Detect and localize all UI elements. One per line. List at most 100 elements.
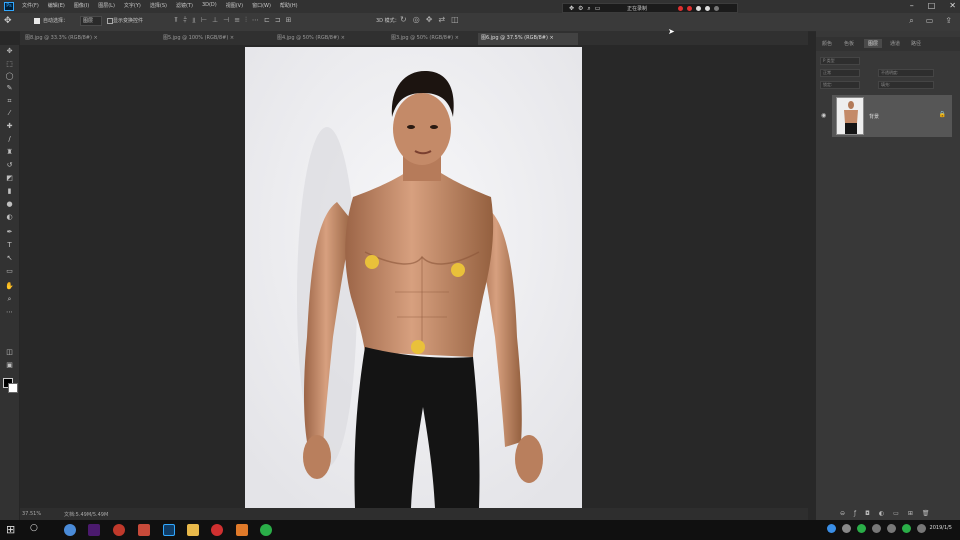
tab-swatches[interactable]: 色板	[844, 40, 854, 47]
tray-icon[interactable]	[917, 524, 926, 533]
zoom-level[interactable]: 37.51%	[22, 511, 41, 517]
menu-view[interactable]: 视图(V)	[226, 2, 243, 9]
blend-mode-dropdown[interactable]: 正常	[820, 69, 860, 77]
tray-icon[interactable]	[857, 524, 866, 533]
menu-select[interactable]: 选择(S)	[150, 2, 167, 9]
stamp-icon[interactable]: ♜	[4, 148, 15, 156]
pin-icon[interactable]: ✥	[569, 5, 574, 13]
menu-file[interactable]: 文件(F)	[22, 2, 39, 9]
browser-icon[interactable]	[64, 524, 76, 536]
blur-icon[interactable]: ●	[4, 200, 15, 208]
marquee-icon[interactable]: ⬚	[4, 60, 15, 68]
tray-icon[interactable]	[902, 524, 911, 533]
background-color[interactable]	[8, 383, 18, 393]
align-left-icon[interactable]: ⊢	[201, 16, 207, 25]
tab-paths[interactable]: 路径	[911, 40, 921, 47]
screen-mode-icon[interactable]: ▣	[4, 361, 15, 369]
distribute-icon[interactable]: ≡	[234, 16, 240, 25]
group-icon[interactable]: ▭	[893, 510, 899, 517]
wechat-icon[interactable]	[260, 524, 272, 536]
recorder-icon[interactable]	[211, 524, 223, 536]
windows-start-icon[interactable]: ⊞	[6, 524, 15, 535]
adjustment-icon[interactable]: ◐	[879, 510, 884, 517]
menu-type[interactable]: 文字(Y)	[124, 2, 141, 9]
3d-scale-icon[interactable]: ◫	[451, 15, 459, 24]
tray-icon[interactable]	[827, 524, 836, 533]
3d-slide-icon[interactable]: ⇄	[438, 15, 445, 24]
move-tool-icon[interactable]: ✥	[4, 16, 12, 26]
photoshop-taskbar-icon[interactable]	[163, 524, 175, 536]
zoom-tool-icon[interactable]: ⌕	[4, 295, 15, 304]
link-icon[interactable]: ⊖	[840, 510, 845, 517]
pen-icon[interactable]	[705, 6, 710, 11]
align-right-icon[interactable]: ⊣	[223, 16, 229, 25]
rectangle-icon[interactable]: ▭	[4, 267, 15, 275]
app2-icon[interactable]	[138, 524, 150, 536]
search-icon[interactable]: ○	[30, 523, 38, 533]
auto-select-dropdown[interactable]: 图层	[80, 16, 102, 26]
workspace-icon[interactable]: ▭	[926, 16, 934, 26]
color-swatches[interactable]	[3, 378, 18, 393]
pen-icon[interactable]: ✒	[4, 228, 15, 236]
share-icon[interactable]: ⇪	[945, 16, 952, 26]
stop-icon[interactable]	[687, 6, 692, 11]
3d-drag-icon[interactable]: ✥	[426, 15, 433, 24]
app-icon[interactable]	[113, 524, 125, 536]
fx-icon[interactable]: ƒ	[854, 510, 856, 517]
tab-color[interactable]: 颜色	[822, 40, 832, 47]
tab-document[interactable]: 图3.jpg @ 50% (RGB/8#) ×	[388, 33, 478, 45]
menu-filter[interactable]: 滤镜(T)	[176, 2, 193, 9]
tab-document-active[interactable]: 图6.jpg @ 37.5% (RGB/8#) ×	[478, 33, 578, 45]
quick-select-icon[interactable]: ✎	[4, 84, 15, 92]
auto-select-checkbox[interactable]	[34, 18, 40, 24]
layer-filter-input[interactable]: P 类型	[820, 57, 860, 65]
layer-row-background[interactable]: 背景 🔒	[832, 95, 952, 137]
hand-icon[interactable]: ✋	[4, 282, 15, 290]
tray-icon[interactable]	[887, 524, 896, 533]
healing-brush-icon[interactable]: ✚	[4, 122, 15, 130]
brush-icon[interactable]: /	[4, 135, 15, 143]
new-layer-icon[interactable]: ⊞	[908, 510, 913, 517]
settings-icon[interactable]: ⚙	[578, 5, 583, 13]
auto-align-icon[interactable]: ⊞	[286, 16, 292, 25]
folder-icon[interactable]	[187, 524, 199, 536]
fill-field[interactable]: 填充:	[878, 81, 934, 89]
align-top-icon[interactable]: ⫪	[174, 16, 178, 25]
move-icon[interactable]: ✥	[4, 47, 15, 55]
app3-icon[interactable]	[236, 524, 248, 536]
tab-document[interactable]: 图4.jpg @ 50% (RGB/8#) ×	[274, 33, 386, 45]
align-center-icon[interactable]: ⊥	[212, 16, 218, 25]
tab-layers[interactable]: 图层	[864, 39, 883, 48]
dodge-icon[interactable]: ◐	[4, 213, 15, 221]
eraser-icon[interactable]: ◩	[4, 174, 15, 182]
record-icon[interactable]	[678, 6, 683, 11]
tray-icon[interactable]	[872, 524, 881, 533]
menu-image[interactable]: 图像(I)	[74, 2, 89, 9]
distribute-left-icon[interactable]: ⊏	[264, 16, 270, 25]
distribute-v-icon[interactable]: ⫶	[245, 16, 247, 25]
eyedropper-icon[interactable]: ⁄	[4, 109, 15, 117]
lock-controls[interactable]: 锁定:	[820, 81, 860, 89]
more-tools-icon[interactable]: ⋯	[4, 308, 15, 316]
path-select-icon[interactable]: ↖	[4, 254, 15, 262]
distribute-h-icon[interactable]: ⋯	[252, 16, 259, 25]
visibility-eye-icon[interactable]: ◉	[821, 112, 826, 119]
document-image[interactable]	[245, 47, 582, 508]
align-middle-icon[interactable]: ⫩	[183, 16, 187, 25]
minimize-button[interactable]: –	[910, 1, 914, 10]
minimize-recorder-icon[interactable]	[714, 6, 719, 11]
search-icon[interactable]: ⌕	[909, 16, 913, 26]
gradient-icon[interactable]: ▮	[4, 187, 15, 195]
delete-icon[interactable]: 🗑	[922, 510, 930, 517]
maximize-button[interactable]: □	[928, 1, 936, 10]
menu-edit[interactable]: 编辑(E)	[48, 2, 65, 9]
premiere-icon[interactable]	[88, 524, 100, 536]
opacity-field[interactable]: 不透明度:	[878, 69, 934, 77]
photoshop-logo[interactable]: Ps	[4, 2, 14, 11]
menu-help[interactable]: 帮助(H)	[280, 2, 298, 9]
distribute-right-icon[interactable]: ⊐	[275, 16, 281, 25]
tab-document[interactable]: 图8.jpg @ 33.3% (RGB/8#) ×	[22, 33, 158, 45]
3d-roll-icon[interactable]: ◎	[413, 15, 420, 24]
menu-layer[interactable]: 图层(L)	[98, 2, 115, 9]
tray-icon[interactable]	[842, 524, 851, 533]
